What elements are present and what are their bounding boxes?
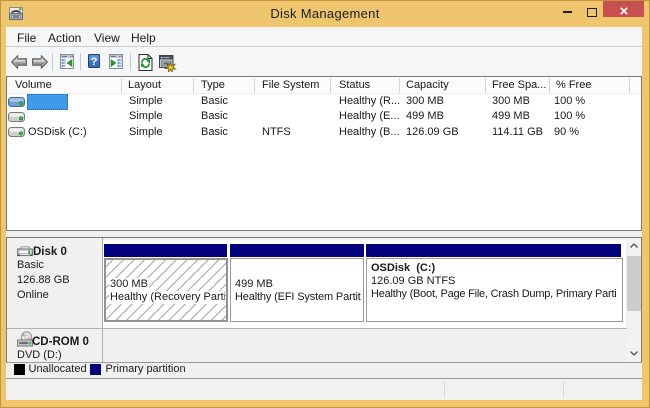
svg-text:?: ? [91, 56, 98, 68]
